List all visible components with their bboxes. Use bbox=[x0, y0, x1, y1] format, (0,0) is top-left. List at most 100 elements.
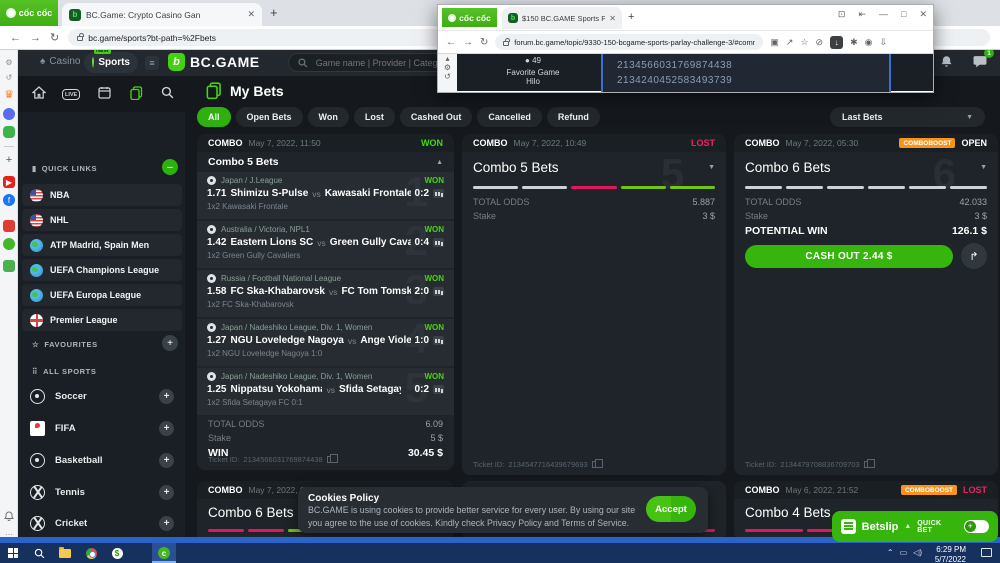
tray-chevron-icon[interactable]: ⌃ bbox=[887, 548, 894, 557]
calendar-icon[interactable] bbox=[98, 86, 111, 104]
settings-gear-icon[interactable]: ⚙ bbox=[3, 56, 15, 68]
add-extension-icon[interactable]: + bbox=[3, 154, 15, 166]
sidebar-item-uefa-champions-league[interactable]: UEFA Champions League bbox=[22, 259, 182, 281]
bet-card-open[interactable]: COMBOMay 7, 2022, 05:30COMBOBOOSTOPEN Co… bbox=[734, 134, 998, 475]
accept-cookies-button[interactable]: Accept bbox=[646, 496, 696, 522]
cash-out-button[interactable]: CASH OUT 2.44 $ bbox=[745, 245, 953, 268]
close-window-icon[interactable]: ✕ bbox=[919, 9, 927, 20]
bcgame-logo[interactable]: b BC.GAME bbox=[168, 53, 260, 71]
sidebar-item-fifa[interactable]: FIFA+ bbox=[22, 416, 182, 440]
popup-address-bar[interactable]: forum.bc.game/topic/9330-150-bcgame-spor… bbox=[495, 34, 763, 50]
facebook-icon[interactable]: f bbox=[3, 194, 15, 206]
tab-all[interactable]: All bbox=[197, 107, 231, 127]
stats-icon[interactable] bbox=[433, 238, 444, 247]
system-tray[interactable]: ⌃ ▭ ◁) bbox=[887, 548, 922, 557]
my-bets-icon[interactable] bbox=[130, 86, 143, 105]
bet-row[interactable]: 4 Japan / Nadeshiko League, Div. 1, Wome… bbox=[197, 319, 454, 366]
stats-icon[interactable] bbox=[433, 385, 444, 394]
expand-icon[interactable]: ▼ bbox=[980, 164, 987, 171]
green-chat-icon[interactable] bbox=[3, 238, 15, 250]
history-icon[interactable]: ↺ bbox=[3, 71, 15, 83]
red-extension-icon[interactable] bbox=[3, 220, 15, 232]
expand-basketball-icon[interactable]: + bbox=[159, 453, 174, 468]
start-button[interactable] bbox=[6, 546, 20, 560]
nav-casino[interactable]: ♠Casino bbox=[40, 56, 80, 67]
sidebar-item-nba[interactable]: NBA bbox=[22, 184, 182, 206]
sidebar-item-uefa-europa-league[interactable]: UEFA Europa League bbox=[22, 284, 182, 306]
coccoc-taskbar-icon[interactable]: c bbox=[157, 546, 171, 560]
bet-row[interactable]: 2 Australia / Victoria, NPL1WON 1.42East… bbox=[197, 221, 454, 268]
copy-icon[interactable] bbox=[592, 461, 598, 468]
chrome-icon[interactable] bbox=[84, 546, 98, 560]
sidebar-item-cricket[interactable]: Cricket+ bbox=[22, 511, 182, 535]
forward-icon[interactable]: → bbox=[463, 37, 473, 48]
green-grid-icon[interactable] bbox=[3, 260, 15, 272]
minimize-icon[interactable]: — bbox=[879, 9, 888, 20]
youtube-icon[interactable]: ▶ bbox=[3, 176, 15, 188]
copy-icon[interactable] bbox=[864, 461, 870, 468]
bet-row[interactable]: 3 Russia / Football National LeagueWON 1… bbox=[197, 270, 454, 317]
chat-icon[interactable] bbox=[973, 55, 987, 73]
sidebar-item-soccer[interactable]: Soccer+ bbox=[22, 384, 182, 408]
bookmark-star-icon[interactable]: ☆ bbox=[800, 37, 808, 48]
expand-cricket-icon[interactable]: + bbox=[159, 516, 174, 531]
expand-icon[interactable]: ▼ bbox=[708, 164, 715, 171]
expand-soccer-icon[interactable]: + bbox=[159, 389, 174, 404]
maximize-icon[interactable]: □ bbox=[901, 9, 906, 20]
tab-lost[interactable]: Lost bbox=[354, 107, 395, 127]
messenger-icon[interactable] bbox=[3, 108, 15, 120]
home-icon[interactable] bbox=[32, 86, 46, 104]
tab-open-bets[interactable]: Open Bets bbox=[236, 107, 303, 127]
taskbar-search-icon[interactable] bbox=[32, 546, 46, 560]
cash-app-icon[interactable]: $ bbox=[110, 546, 124, 560]
share-bet-button[interactable]: ↱ bbox=[961, 243, 987, 269]
share-icon[interactable]: ↗ bbox=[786, 37, 794, 48]
tab-refund[interactable]: Refund bbox=[547, 107, 600, 127]
bet-card-lost[interactable]: COMBOMay 7, 2022, 10:49LOST Combo 5 Bets… bbox=[462, 134, 726, 475]
forward-icon[interactable]: → bbox=[30, 32, 41, 44]
forum-popup-window[interactable]: cốc cốc b $150 BC.GAME Sports Parlay ✕ +… bbox=[437, 4, 934, 93]
menu-toggle-icon[interactable]: ≡ bbox=[145, 56, 159, 70]
collapse-icon[interactable]: ▲ bbox=[436, 159, 443, 166]
tab-cancelled[interactable]: Cancelled bbox=[477, 107, 542, 127]
reload-icon[interactable]: ↻ bbox=[50, 31, 59, 44]
add-favourite-button[interactable]: + bbox=[162, 335, 178, 351]
quick-bet-toggle[interactable] bbox=[964, 520, 989, 533]
search-sports-icon[interactable] bbox=[161, 86, 174, 104]
bet-card-title-row[interactable]: Combo 5 Bets ▲ bbox=[197, 152, 454, 172]
bell-sidebar-icon[interactable] bbox=[3, 510, 15, 522]
profile-icon[interactable]: ◉ bbox=[865, 37, 873, 48]
back-icon[interactable]: ← bbox=[446, 37, 456, 48]
collapse-quick-links-button[interactable]: – bbox=[162, 159, 178, 175]
sidebar-item-tennis[interactable]: Tennis+ bbox=[22, 480, 182, 504]
tab-won[interactable]: Won bbox=[308, 107, 349, 127]
file-explorer-icon[interactable] bbox=[58, 546, 72, 560]
sidebar-item-nhl[interactable]: NHL bbox=[22, 209, 182, 231]
bell-icon[interactable] bbox=[940, 55, 953, 73]
copy-icon[interactable] bbox=[327, 456, 333, 463]
sidebar-item-premier-league[interactable]: Premier League bbox=[22, 309, 182, 331]
close-tab-icon[interactable]: ✕ bbox=[247, 9, 255, 20]
network-icon[interactable]: ▭ bbox=[900, 548, 908, 557]
volume-icon[interactable]: ◁) bbox=[913, 548, 922, 557]
last-bets-dropdown[interactable]: Last Bets ▼ bbox=[830, 107, 985, 127]
crown-icon[interactable]: ♛ bbox=[3, 88, 15, 100]
tab-search-icon[interactable]: ⊡ bbox=[838, 9, 846, 20]
stats-icon[interactable] bbox=[433, 336, 444, 345]
bet-card-won[interactable]: COMBO May 7, 2022, 11:50 WON Combo 5 Bet… bbox=[197, 134, 454, 470]
download-active-icon[interactable]: ↓ bbox=[830, 36, 843, 49]
popup-tab[interactable]: b $150 BC.GAME Sports Parlay ✕ bbox=[502, 7, 622, 29]
downloads-tray-icon[interactable]: ⇩ bbox=[879, 37, 887, 48]
betslip-bar[interactable]: Betslip ▲ QUICK BET bbox=[832, 511, 998, 542]
nav-sports[interactable]: Sports bbox=[84, 52, 138, 73]
back-icon[interactable]: ← bbox=[10, 32, 21, 44]
extension-icon[interactable]: ✱ bbox=[850, 37, 858, 48]
translate-icon[interactable]: ▣ bbox=[770, 37, 779, 48]
browser-tab[interactable]: b BC.Game: Crypto Casino Gan ✕ bbox=[62, 3, 262, 26]
tab-cashed-out[interactable]: Cashed Out bbox=[400, 107, 473, 127]
close-tab-icon[interactable]: ✕ bbox=[609, 14, 616, 23]
taskbar-clock[interactable]: 6:29 PM 5/7/2022 bbox=[935, 545, 966, 563]
new-tab-button[interactable]: + bbox=[270, 5, 278, 20]
bet-row[interactable]: 1 Japan / J.LeagueWON 1.71Shimizu S-Puls… bbox=[197, 172, 454, 219]
bet-row[interactable]: 5 Japan / Nadeshiko League, Div. 1, Wome… bbox=[197, 368, 454, 415]
